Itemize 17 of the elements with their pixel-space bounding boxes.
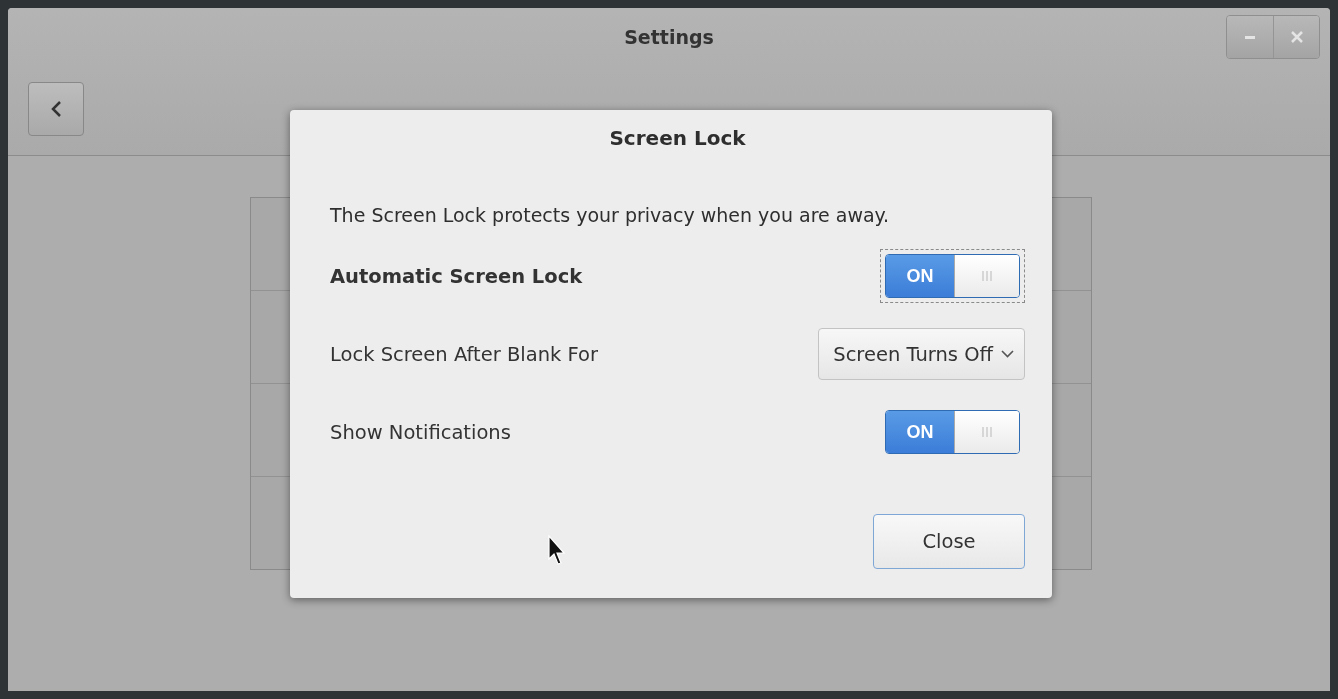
dialog-description: The Screen Lock protects your privacy when you are away. (330, 204, 891, 226)
close-icon (1290, 31, 1303, 43)
close-button[interactable]: Close (873, 514, 1025, 569)
grip-icon (980, 270, 994, 282)
mouse-cursor-icon (547, 535, 567, 567)
minimize-icon (1245, 35, 1255, 39)
setting-label: Lock Screen After Blank For (330, 342, 598, 366)
minimize-button[interactable] (1227, 16, 1273, 58)
chevron-down-icon (1001, 350, 1014, 358)
grip-icon (980, 426, 994, 438)
setting-label: Automatic Screen Lock (330, 264, 583, 288)
dropdown[interactable]: Screen Turns Off (818, 328, 1025, 380)
close-window-button[interactable] (1273, 16, 1319, 58)
back-button[interactable] (28, 82, 84, 136)
window-title: Settings (624, 26, 714, 48)
dialog-title: Screen Lock (609, 126, 746, 150)
setting-label: Show Notifications (330, 420, 511, 444)
